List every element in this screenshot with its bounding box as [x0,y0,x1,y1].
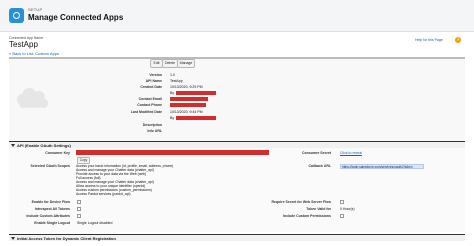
app-name-heading: TestApp [9,40,38,49]
description-label: Description [142,123,162,127]
version-label: Version [149,73,162,77]
help-icon[interactable]: ? [455,37,461,43]
device-flow-checkbox[interactable] [77,200,81,204]
redacted-email [170,97,208,102]
version-value: 1.0 [170,73,175,77]
introspect-label: Introspect All Tokens [34,207,70,211]
custom-permissions-label: Include Custom Permissions [282,214,331,218]
redacted-phone [170,103,206,108]
selected-scopes-label: Selected OAuth Scopes [30,164,70,168]
last-modified-value: 10/13/2020, 9:44 PM [170,110,203,114]
api-section-header[interactable]: API (Enable OAuth Settings) [9,141,465,148]
contact-email-label: Contact Email [138,97,162,101]
contact-phone-label: Contact Phone [137,103,162,107]
token-valid-value: 0 Hour(s) [340,207,355,211]
connected-apps-icon [9,8,24,23]
modified-by: By [170,116,217,121]
token-section-title: Initial Access Token for Dynamic Client … [17,236,116,241]
collapse-icon [11,237,15,241]
contact-email-value [170,97,208,102]
callback-url-value[interactable]: https://login.salesforce.com/services/oa… [340,164,424,169]
click-to-reveal-link[interactable]: Click to reveal [340,151,362,155]
contact-phone-value [170,103,206,108]
modified-by-label: By [170,116,175,120]
require-secret-label: Require Secret for Web Server Flow [271,200,331,204]
token-section-header[interactable]: Initial Access Token for Dynamic Client … [9,234,465,241]
delete-button[interactable]: Delete [162,59,178,68]
manage-button[interactable]: Manage [177,59,195,68]
detail-card [9,57,465,141]
custom-permissions-checkbox[interactable] [340,214,344,218]
api-name-label: API Name [145,79,162,83]
info-url-label: Info URL [147,129,162,133]
collapse-icon [11,144,15,148]
last-modified-label: Last Modified Date [130,110,162,114]
copy-button[interactable]: Copy [77,157,90,164]
single-logout-label: Enable Single Logout [34,221,70,225]
scope-item: Access Pardot services (pardot_api) [76,192,131,196]
callback-url-label: Callback URL [308,164,331,168]
created-date-value: 10/13/2020, 9:29 PM [170,85,203,89]
selected-scopes-list: Access your basic information (id, profi… [76,164,173,196]
page-title: Manage Connected Apps [28,13,124,22]
custom-attributes-checkbox[interactable] [77,214,81,218]
page-header: SETUP Manage Connected Apps [0,0,474,32]
custom-attributes-label: Include Custom Attributes [26,214,70,218]
created-by-label: By [170,91,175,95]
token-valid-label: Token Valid for [306,207,331,211]
api-name-value: TestApp [170,79,183,83]
redacted-consumer-key [76,150,269,155]
introspect-checkbox[interactable] [77,207,81,211]
device-flow-label: Enable for Device Flow [31,200,70,204]
consumer-secret-label: Consumer Secret [302,151,331,155]
setup-label: SETUP [28,7,43,12]
consumer-key-label: Consumer Key [45,151,70,155]
redacted-name [176,91,217,96]
redacted-name [176,116,217,121]
back-to-list-link[interactable]: « Back to List: Custom Apps [9,51,59,56]
app-logo-placeholder [16,87,49,108]
require-secret-checkbox[interactable] [340,200,344,204]
created-date-label: Created Date [140,85,162,89]
single-logout-value: Single Logout disabled [77,221,113,225]
help-link[interactable]: Help for this Page [415,38,443,42]
created-by: By [170,91,217,96]
